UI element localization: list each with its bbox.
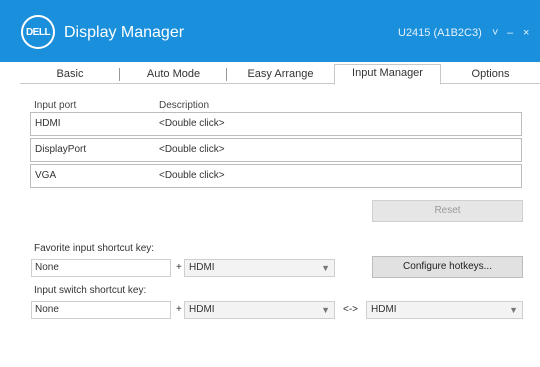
tab-easy-arrange[interactable]: Easy Arrange — [227, 66, 334, 84]
swap-separator: <-> — [343, 304, 359, 315]
input-row-vga[interactable]: VGA <Double click> — [30, 164, 522, 188]
minimize-icon[interactable]: – — [507, 27, 513, 39]
input-port: DisplayPort — [35, 144, 87, 155]
input-description[interactable]: <Double click> — [159, 144, 225, 155]
dell-logo-icon: DELL — [21, 15, 55, 49]
tab-options[interactable]: Options — [441, 66, 540, 84]
input-row-displayport[interactable]: DisplayPort <Double click> — [30, 138, 522, 162]
plus-sign: + — [176, 262, 182, 273]
column-header-input-port: Input port — [34, 100, 77, 111]
tab-bar: Basic Auto Mode Easy Arrange Input Manag… — [20, 62, 540, 85]
favorite-input-value: HDMI — [189, 262, 215, 273]
switch-input-2-value: HDMI — [371, 304, 397, 315]
input-port: VGA — [35, 170, 57, 181]
tab-basic[interactable]: Basic — [20, 66, 120, 84]
switch-shortcut-key-field[interactable]: None — [31, 301, 171, 319]
close-icon[interactable]: × — [523, 27, 529, 39]
switch-shortcut-label: Input switch shortcut key: — [34, 285, 147, 296]
reset-button[interactable]: Reset — [372, 200, 523, 222]
input-description[interactable]: <Double click> — [159, 170, 225, 181]
plus-sign: + — [176, 304, 182, 315]
switch-input-1-select[interactable]: HDMI ▼ — [184, 301, 335, 319]
switch-input-2-select[interactable]: HDMI ▼ — [366, 301, 523, 319]
favorite-shortcut-key-field[interactable]: None — [31, 259, 171, 277]
input-row-hdmi[interactable]: HDMI <Double click> — [30, 112, 522, 136]
chevron-down-icon: ▼ — [509, 305, 518, 315]
configure-hotkeys-button[interactable]: Configure hotkeys... — [372, 256, 523, 278]
input-port: HDMI — [35, 118, 61, 129]
column-header-description: Description — [159, 100, 210, 111]
favorite-shortcut-label: Favorite input shortcut key: — [34, 243, 155, 254]
switch-input-1-value: HDMI — [189, 304, 215, 315]
app-title: Display Manager — [64, 24, 185, 41]
chevron-down-icon: ▼ — [321, 305, 330, 315]
tab-input-manager[interactable]: Input Manager — [334, 64, 441, 85]
favorite-input-select[interactable]: HDMI ▼ — [184, 259, 335, 277]
monitor-name: U2415 (A1B2C3) — [398, 27, 482, 39]
chevron-down-icon: ▼ — [321, 263, 330, 273]
tab-auto-mode[interactable]: Auto Mode — [120, 66, 227, 84]
title-bar: DELL Display Manager U2415 (A1B2C3) ˅ – … — [0, 0, 540, 62]
chevron-down-icon[interactable]: ˅ — [492, 27, 498, 39]
input-description[interactable]: <Double click> — [159, 118, 225, 129]
